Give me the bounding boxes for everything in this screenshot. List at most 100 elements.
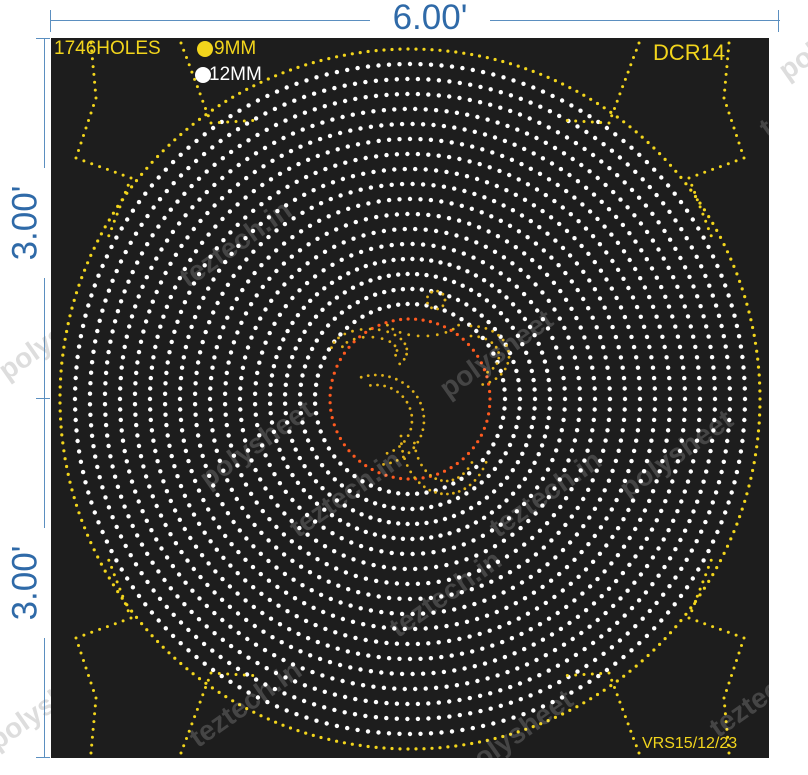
- hole-white: [592, 506, 598, 511]
- hole-white: [297, 267, 302, 273]
- hole-white: [716, 313, 722, 318]
- hole-white: [333, 630, 338, 635]
- hole-white: [315, 373, 321, 378]
- hole-white: [410, 506, 415, 512]
- hole-white: [560, 547, 566, 553]
- hole-white: [723, 283, 728, 288]
- hole-white: [255, 370, 260, 376]
- hole-white: [358, 126, 363, 131]
- hole-yellow: [382, 746, 386, 750]
- hole-white: [236, 549, 241, 555]
- hole-white: [120, 438, 126, 443]
- hole-white: [293, 447, 298, 452]
- hole-white: [304, 280, 310, 286]
- hole-white: [429, 504, 434, 510]
- hole-yellow: [89, 681, 93, 685]
- hole-white: [528, 100, 533, 105]
- hole-yellow: [80, 518, 84, 522]
- hole-orange: [485, 375, 489, 379]
- hole-white: [252, 391, 258, 396]
- hole-white: [461, 542, 466, 547]
- hole-white: [290, 662, 296, 667]
- hole-white: [636, 417, 642, 423]
- hole-yellow: [266, 77, 270, 81]
- hole-white: [350, 508, 356, 513]
- hole-white: [268, 616, 274, 621]
- hole-white: [549, 538, 554, 543]
- hole-white: [211, 310, 216, 315]
- hole-white: [532, 460, 537, 465]
- hole-yellow: [629, 729, 633, 733]
- hole-white: [679, 566, 684, 571]
- hole-white: [221, 468, 226, 473]
- hole-orange: [364, 330, 368, 334]
- hole-white: [480, 533, 486, 538]
- hole-orange: [471, 348, 475, 352]
- hole-gold: [410, 420, 414, 424]
- hole-white: [306, 242, 311, 247]
- hole-white: [100, 485, 105, 490]
- hole-white: [498, 105, 503, 110]
- hole-white: [191, 226, 196, 232]
- hole-white: [243, 598, 248, 603]
- hole-white: [386, 197, 392, 203]
- hole-white: [310, 123, 315, 129]
- hole-white: [439, 199, 444, 204]
- hole-white: [460, 65, 465, 71]
- hole-white: [172, 508, 178, 513]
- hole-white: [196, 305, 202, 310]
- hole-white: [544, 368, 550, 373]
- hole-white: [587, 679, 592, 684]
- hole-white: [161, 314, 166, 319]
- hole-white: [205, 210, 210, 216]
- hole-white: [572, 236, 577, 241]
- hole-white: [199, 553, 205, 558]
- hole-white: [307, 321, 313, 327]
- hole-white: [665, 183, 671, 188]
- hole-yellow: [747, 310, 751, 314]
- hole-white: [644, 563, 650, 569]
- hole-white: [685, 314, 691, 319]
- hole-white: [290, 497, 295, 503]
- hole-white: [721, 459, 726, 464]
- hole-white: [519, 161, 524, 167]
- hole-white: [263, 340, 268, 345]
- hole-white: [454, 683, 460, 688]
- hole-white: [429, 258, 434, 263]
- hole-gold: [407, 451, 411, 455]
- hole-yellow: [621, 85, 625, 89]
- hole-yellow: [61, 353, 65, 357]
- hole-white: [191, 512, 197, 517]
- hole-orange: [414, 317, 418, 321]
- hole-yellow: [414, 47, 418, 51]
- hole-white: [470, 144, 475, 149]
- hole-white: [426, 77, 431, 82]
- hole-white: [498, 522, 503, 527]
- hole-yellow: [179, 751, 183, 755]
- hole-white: [185, 558, 190, 563]
- hole-white: [563, 297, 569, 302]
- hole-white: [449, 729, 455, 734]
- hole-white: [270, 635, 275, 640]
- hole-white: [347, 488, 352, 494]
- hole-white: [495, 433, 500, 439]
- hole-white: [89, 433, 95, 438]
- hole-white: [644, 458, 650, 464]
- hole-white: [322, 705, 327, 710]
- hole-white: [360, 683, 366, 688]
- hole-yellow: [130, 609, 134, 613]
- hole-white: [601, 651, 606, 656]
- hole-white: [723, 449, 728, 454]
- hole-white: [381, 625, 387, 630]
- hole-gold: [426, 334, 430, 338]
- hole-yellow: [217, 121, 221, 124]
- hole-white: [568, 212, 573, 217]
- hole-yellow: [718, 559, 723, 563]
- hole-white: [190, 205, 195, 210]
- hole-white: [300, 420, 305, 425]
- hole-white: [433, 168, 439, 173]
- hole-white: [625, 631, 630, 636]
- hole-yellow: [98, 165, 102, 169]
- hole-white: [454, 622, 459, 627]
- hole-yellow: [702, 208, 707, 212]
